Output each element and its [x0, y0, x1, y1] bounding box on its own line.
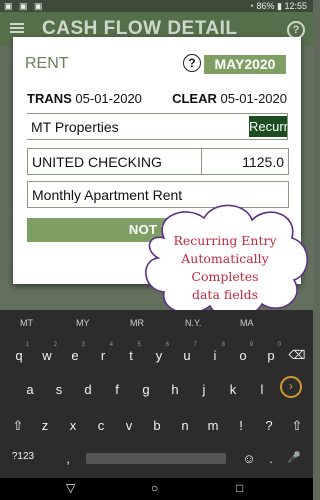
key[interactable]: j — [192, 382, 216, 397]
key[interactable]: a — [18, 382, 42, 397]
recurring-button[interactable]: Recurring — [249, 116, 287, 137]
key-number: 5 — [137, 342, 141, 348]
key[interactable]: c — [89, 418, 113, 433]
key[interactable]: l — [250, 382, 274, 397]
back-icon[interactable]: ▽ — [66, 481, 75, 495]
key[interactable]: 5t — [119, 342, 143, 363]
key[interactable]: 9o — [231, 342, 255, 363]
key[interactable]: z — [33, 418, 57, 433]
key[interactable]: x — [61, 418, 85, 433]
emoji-icon[interactable]: ☺ — [237, 451, 261, 466]
key-number: 4 — [109, 342, 113, 348]
key-label: u — [183, 348, 191, 363]
key-label: q — [15, 348, 23, 363]
key[interactable]: 6y — [147, 342, 171, 363]
key-number: 6 — [165, 342, 169, 348]
key[interactable]: m — [201, 418, 225, 433]
key[interactable]: n — [173, 418, 197, 433]
key-number: 2 — [53, 342, 57, 348]
status-right: ◔ 86% ▮ 12:55 — [249, 1, 307, 12]
home-icon[interactable]: ○ — [151, 481, 158, 495]
nav-bar: ▽ ○ □ — [0, 478, 313, 500]
key-label: r — [100, 348, 106, 363]
symbols-key[interactable]: ?123 — [8, 451, 38, 462]
key[interactable]: g — [134, 382, 158, 397]
key[interactable]: h — [163, 382, 187, 397]
key[interactable]: ! — [229, 418, 253, 433]
clock: 12:55 — [284, 1, 307, 11]
payee-field[interactable]: MT Properties Recurring — [27, 113, 288, 140]
payee-value: MT Properties — [31, 119, 119, 135]
suggestion[interactable]: MY — [76, 318, 90, 328]
account-value: UNITED CHECKING — [32, 154, 162, 170]
menu-icon[interactable] — [10, 21, 24, 35]
clear-label: CLEAR — [172, 91, 217, 106]
callout-text: Recurring Entry Automatically Completes … — [146, 232, 304, 304]
recents-icon[interactable]: □ — [236, 481, 243, 495]
key[interactable]: k — [221, 382, 245, 397]
period-key[interactable]: . — [259, 451, 283, 466]
enter-key-icon[interactable]: › — [280, 376, 302, 398]
trans-label: TRANS — [27, 91, 72, 106]
backspace-icon[interactable]: ⌫ — [285, 348, 309, 362]
key-label: o — [239, 348, 247, 363]
callout-line: Automatically — [181, 251, 269, 266]
key[interactable]: v — [117, 418, 141, 433]
wifi-icon: ◔ — [248, 1, 254, 11]
key[interactable]: d — [76, 382, 100, 397]
key[interactable]: 2w — [35, 342, 59, 363]
key[interactable]: 3e — [63, 342, 87, 363]
soft-keyboard: MT MY MR N.Y. MA 1q 2w 3e 4r 5t 6y 7u 8i… — [0, 310, 313, 478]
trans-date: 05-01-2020 — [75, 91, 142, 106]
key-number: 9 — [249, 342, 253, 348]
key[interactable]: 4r — [91, 342, 115, 363]
notification-icons: ▣ ▣ ▣ — [4, 1, 45, 11]
key[interactable]: f — [105, 382, 129, 397]
key[interactable]: ? — [257, 418, 281, 433]
battery-level: 86% — [256, 1, 275, 11]
key[interactable]: 8i — [203, 342, 227, 363]
callout-line: Recurring Entry — [173, 233, 277, 248]
shift-icon[interactable]: ⇧ — [285, 418, 309, 434]
key-label: t — [129, 348, 133, 363]
key[interactable]: b — [145, 418, 169, 433]
dialog-help-icon[interactable]: ? — [183, 54, 201, 72]
key[interactable]: 0p — [259, 342, 283, 363]
suggestion[interactable]: MA — [240, 318, 254, 328]
key-label: y — [155, 348, 163, 363]
suggestion[interactable]: N.Y. — [185, 318, 201, 328]
key[interactable]: s — [47, 382, 71, 397]
space-bar[interactable] — [86, 453, 226, 464]
callout-line: Completes — [191, 269, 259, 284]
shift-icon[interactable]: ⇧ — [6, 418, 30, 434]
key-label: i — [213, 348, 217, 363]
suggestion[interactable]: MT — [20, 318, 33, 328]
month-button[interactable]: MAY2020 — [204, 55, 286, 74]
account-field[interactable]: UNITED CHECKING — [27, 148, 203, 175]
status-bar: ▣ ▣ ▣ ◔ 86% ▮ 12:55 — [0, 0, 313, 12]
clear-date: 05-01-2020 — [220, 91, 288, 106]
key[interactable]: 7u — [175, 342, 199, 363]
mic-icon[interactable]: 🎤 — [282, 451, 306, 464]
key-label: w — [42, 348, 52, 363]
callout-line: data fields — [191, 287, 259, 302]
amount-field[interactable]: 1125.0 — [201, 148, 289, 175]
comma-key[interactable]: , — [56, 451, 80, 466]
clear-date-row[interactable]: CLEAR 05-01-2020 — [172, 91, 287, 106]
key-number: 8 — [221, 342, 225, 348]
amount-value: 1125.0 — [242, 154, 284, 170]
key-number: 1 — [25, 342, 29, 348]
suggestion[interactable]: MR — [130, 318, 144, 328]
key-number: 7 — [193, 342, 197, 348]
key-label: p — [267, 348, 275, 363]
key[interactable]: 1q — [7, 342, 31, 363]
key-number: 3 — [81, 342, 85, 348]
trans-date-row[interactable]: TRANS 05-01-2020 — [27, 91, 142, 106]
key-number: 0 — [277, 342, 281, 348]
dialog-title: RENT — [25, 55, 69, 72]
key-label: e — [71, 348, 79, 363]
battery-icon: ▮ — [277, 1, 282, 11]
